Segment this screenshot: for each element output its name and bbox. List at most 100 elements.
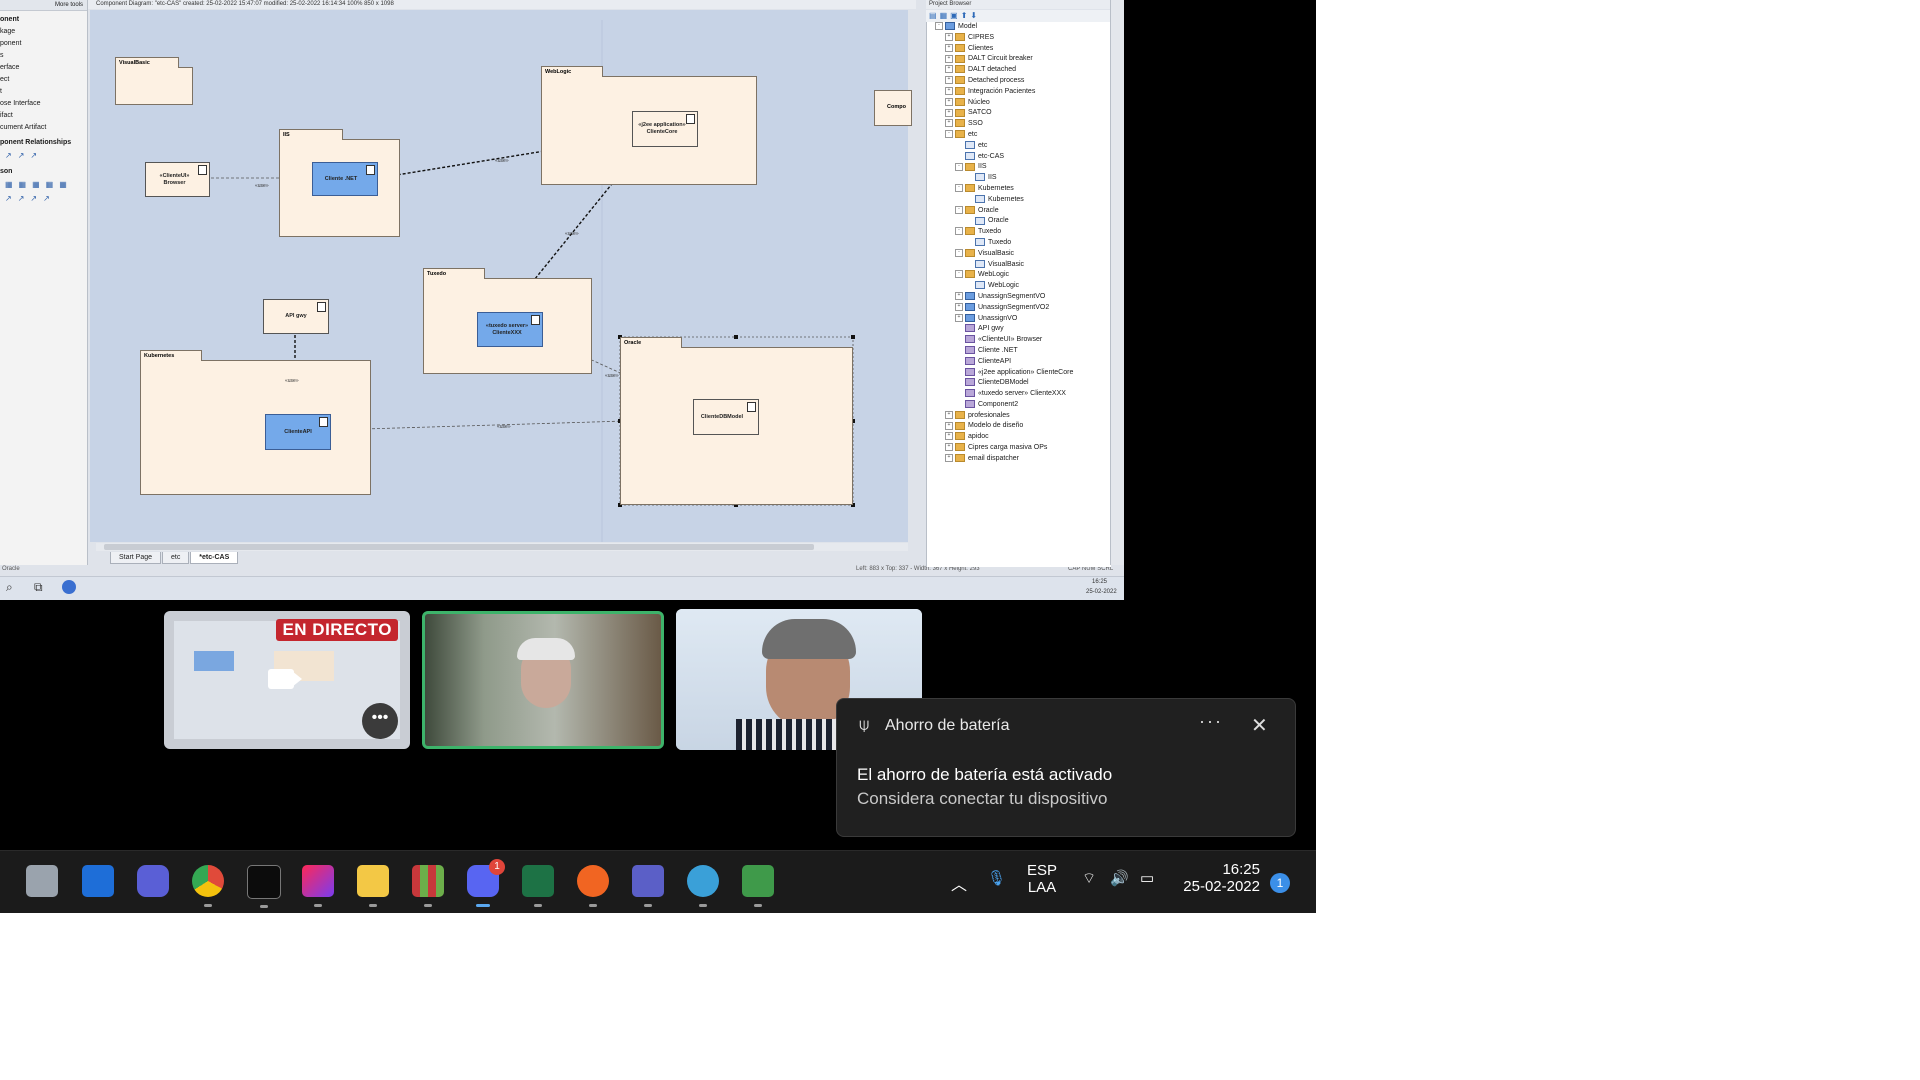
move-down-icon[interactable]: ⬇ [970, 11, 980, 20]
other-tools-icon[interactable]: ↗↗↗↗ [0, 192, 87, 206]
tree-item[interactable]: Cliente .NET [927, 346, 1111, 357]
expand-icon[interactable]: + [955, 313, 963, 322]
other-tools-icon[interactable]: ▦▦▦▦▦ [0, 178, 87, 192]
toolbox-header[interactable]: More tools [0, 0, 87, 11]
side-panel-strip[interactable] [1110, 0, 1124, 565]
toolbox-item[interactable]: t [0, 86, 87, 98]
tree-item[interactable]: Kubernetes [927, 194, 1111, 206]
file-explorer-icon[interactable] [357, 865, 389, 907]
tree-item[interactable]: API gwy [927, 324, 1111, 335]
toolbox-item[interactable]: ose Interface [0, 98, 87, 110]
package-kubernetes[interactable]: Kubernetes [140, 350, 371, 495]
tree-item[interactable]: + DALT Circuit breaker [927, 54, 1111, 65]
collapse-icon[interactable]: - [955, 184, 963, 193]
tree-item[interactable]: + Detached process [927, 76, 1111, 87]
tree-item[interactable]: + DALT detached [927, 65, 1111, 76]
notification-close-button[interactable]: ✕ [1251, 713, 1268, 738]
collapse-icon[interactable]: - [955, 205, 963, 214]
collapse-icon[interactable]: - [945, 130, 953, 139]
expand-icon[interactable]: + [945, 43, 953, 52]
tree-item[interactable]: + apidoc [927, 432, 1111, 443]
expand-icon[interactable]: + [945, 108, 953, 117]
widgets-icon[interactable] [82, 865, 114, 897]
wifi-icon[interactable]: ⌔ [1082, 869, 1096, 888]
teams-icon[interactable] [632, 865, 664, 907]
discord-icon[interactable]: 1 [467, 859, 505, 907]
expand-icon[interactable]: + [945, 454, 953, 463]
diagram-horizontal-scrollbar[interactable] [96, 543, 908, 551]
package-compo[interactable]: Compo [874, 90, 912, 126]
task-view-icon[interactable] [26, 865, 58, 897]
winrar-icon[interactable] [412, 865, 444, 907]
tree-item[interactable]: + SATCO [927, 108, 1111, 119]
browser-icon[interactable] [62, 580, 76, 594]
expand-icon[interactable]: + [945, 421, 953, 430]
tree-item[interactable]: + UnassignVO [927, 313, 1111, 325]
expand-icon[interactable]: + [945, 443, 953, 452]
tree-item[interactable]: + CIPRES [927, 32, 1111, 44]
tree-item[interactable]: + Modelo de diseño [927, 421, 1111, 432]
component-cliente-net[interactable]: Cliente .NET [312, 162, 378, 196]
expand-icon[interactable]: + [945, 432, 953, 441]
toolbox-item[interactable]: ponent [0, 38, 87, 50]
expand-icon[interactable]: + [945, 54, 953, 63]
tree-item[interactable]: etc [927, 140, 1111, 152]
tab-etc-cas[interactable]: *etc-CAS [190, 552, 239, 564]
tree-item[interactable]: Oracle [927, 216, 1111, 227]
battery-icon[interactable]: ▭ [1140, 869, 1154, 887]
tree-item[interactable]: + UnassignSegmentVO [927, 292, 1111, 303]
tree-item[interactable]: - VisualBasic [927, 248, 1111, 260]
collapse-icon[interactable]: - [955, 227, 963, 236]
search-icon[interactable]: ⌕ [6, 580, 13, 595]
tree-item[interactable]: «tuxedo server» ClienteXXX [927, 389, 1111, 400]
component-browser[interactable]: «ClienteUI» Browser [145, 162, 210, 197]
diagram-canvas[interactable]: VisualBasic IIS WebLogic Tuxedo Kubernet… [90, 10, 912, 542]
tree-item[interactable]: + email dispatcher [927, 454, 1111, 465]
postman-icon[interactable] [577, 865, 609, 907]
microphone-icon[interactable]: 🎙 [987, 869, 1006, 887]
tree-item[interactable]: + Integración Pacientes [927, 86, 1111, 98]
expand-icon[interactable]: + [945, 65, 953, 74]
expand-icon[interactable]: + [945, 410, 953, 419]
more-options-button[interactable]: ••• [362, 703, 398, 739]
new-element-icon[interactable]: ▤ [929, 11, 940, 20]
toolbox-item[interactable]: erface [0, 62, 87, 74]
tree-item[interactable]: + Clientes [927, 43, 1111, 55]
notification-center-badge[interactable]: 1 [1270, 873, 1290, 893]
toolbox-item[interactable]: ifact [0, 110, 87, 122]
collapse-icon[interactable]: - [955, 248, 963, 257]
tree-item[interactable]: - Oracle [927, 205, 1111, 217]
clock[interactable]: 16:25 25-02-2022 [1180, 861, 1260, 895]
language-indicator[interactable]: ESP LAA [1027, 862, 1057, 896]
move-up-icon[interactable]: ⬆ [961, 11, 971, 20]
chevron-up-icon[interactable]: ︿ [951, 871, 967, 895]
toolbox-item[interactable]: cument Artifact [0, 122, 87, 134]
video-tile-screen-share[interactable]: EN DIRECTO ••• [164, 611, 410, 749]
tab-start-page[interactable]: Start Page [109, 552, 162, 564]
tree-item[interactable]: WebLogic [927, 281, 1111, 292]
component-clienteapi[interactable]: ClienteAPI [265, 414, 331, 450]
tree-item[interactable]: Component2 [927, 400, 1111, 411]
tree-item[interactable]: «j2ee application» ClienteCore [927, 367, 1111, 379]
tree-item[interactable]: + Cipres carga masiva OPs [927, 443, 1111, 454]
collapse-icon[interactable]: - [955, 270, 963, 279]
excel-icon[interactable] [522, 865, 554, 907]
tree-item[interactable]: ClienteDBModel [927, 378, 1111, 389]
toolbox-item[interactable]: ect [0, 74, 87, 86]
collapse-icon[interactable]: - [935, 22, 943, 31]
tree-item[interactable]: «ClienteUI» Browser [927, 335, 1111, 346]
tree-item[interactable]: - Model [927, 22, 1111, 33]
toolbox-item[interactable]: onent [0, 13, 87, 26]
tree-item[interactable]: IIS [927, 173, 1111, 184]
tree-item[interactable]: - IIS [927, 162, 1111, 173]
chat-icon[interactable] [137, 865, 169, 897]
toolbox-item[interactable]: s [0, 50, 87, 62]
tree-item[interactable]: ClienteAPI [927, 356, 1111, 368]
tree-item[interactable]: Tuxedo [927, 238, 1111, 249]
video-tile-participant-1[interactable] [422, 611, 664, 749]
tree-item[interactable]: - WebLogic [927, 270, 1111, 281]
component-api-gwy[interactable]: API gwy [263, 299, 329, 334]
task-view-icon[interactable]: ⧉ [34, 580, 43, 595]
expand-icon[interactable]: + [945, 76, 953, 85]
toolbox-item[interactable]: kage [0, 26, 87, 38]
